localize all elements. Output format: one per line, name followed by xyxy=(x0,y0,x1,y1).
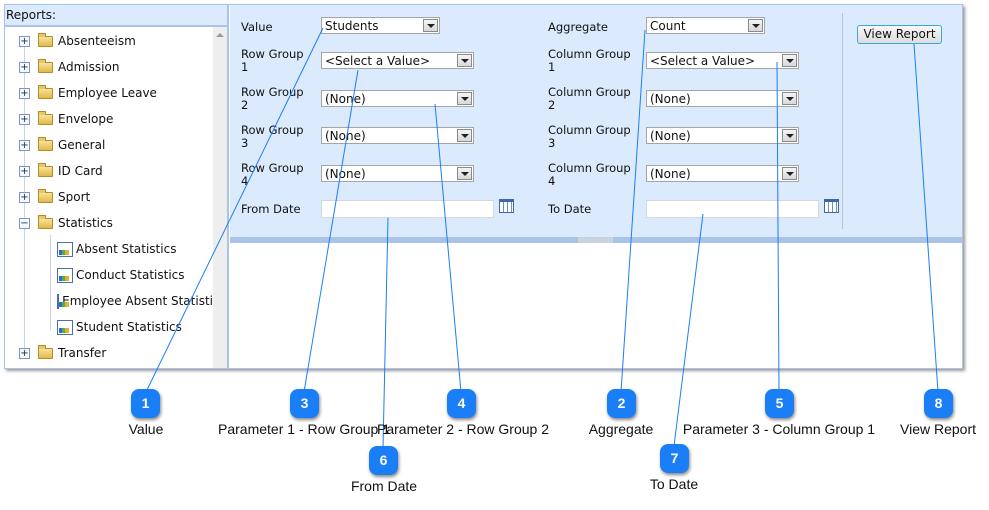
callout-label-2: Aggregate xyxy=(588,421,654,437)
callout-line-4 xyxy=(434,103,462,393)
callout-line-7 xyxy=(673,213,704,447)
callout-badge-1: 1 xyxy=(131,389,160,418)
callout-line-8 xyxy=(913,43,939,393)
callout-label-5: Parameter 3 - Column Group 1 xyxy=(682,421,876,437)
callout-line-1 xyxy=(145,27,324,393)
callout-badge-8: 8 xyxy=(924,389,953,418)
callout-label-4: Parameter 2 - Row Group 2 xyxy=(377,421,549,437)
callout-line-3 xyxy=(303,69,359,393)
callout-label-6: From Date xyxy=(350,478,418,494)
callout-badge-2: 2 xyxy=(607,389,636,418)
callout-label-3: Parameter 1 - Row Group 1 xyxy=(218,421,390,437)
callout-badge-5: 5 xyxy=(765,389,794,418)
callout-label-7: To Date xyxy=(649,476,699,492)
callout-badge-7: 7 xyxy=(660,444,689,473)
callout-badge-3: 3 xyxy=(290,389,319,418)
callout-line-5 xyxy=(776,61,780,393)
callout-badge-6: 6 xyxy=(369,446,398,475)
callout-badge-4: 4 xyxy=(447,389,476,418)
callout-line-2 xyxy=(620,29,646,393)
callout-line-6 xyxy=(382,217,389,449)
callout-label-1: Value xyxy=(128,421,164,437)
callout-label-8: View Report xyxy=(899,421,977,437)
